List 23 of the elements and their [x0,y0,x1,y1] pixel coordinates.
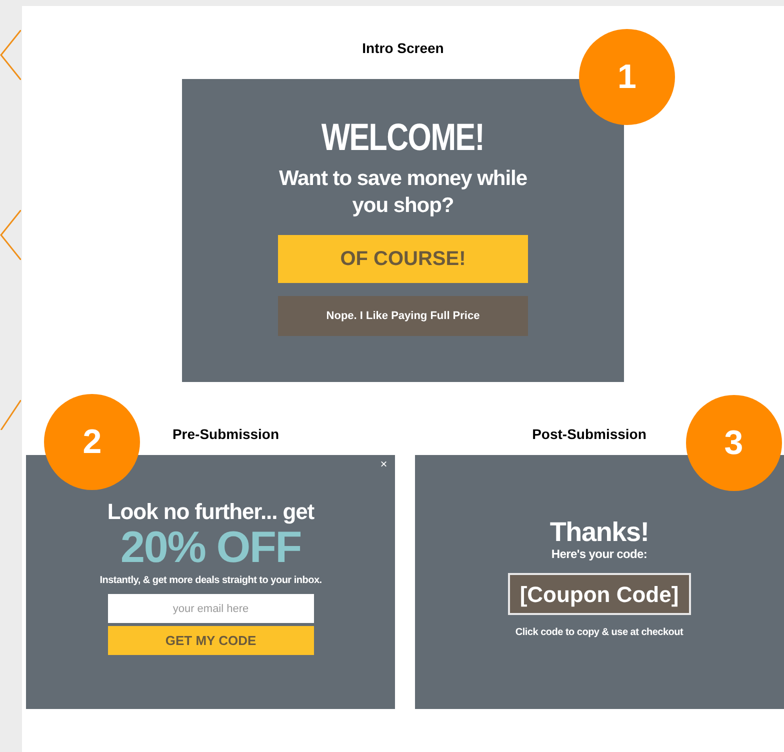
line-pattern-drawing [0,400,21,430]
submit-button[interactable]: GET MY CODE [108,626,314,655]
offer-text: 20% OFF [120,525,302,571]
number-badge: 1 [579,29,675,125]
close-button[interactable]: × [380,458,388,470]
number-badge: 2 [44,394,140,490]
chevron-pattern-drawing [0,210,21,260]
popup-heading: Thanks! [550,517,649,547]
email-field[interactable]: your email here [108,594,314,623]
section-title: Pre-Submission [172,425,280,444]
popup-heading: Look no further... get [107,499,314,525]
popup-heading: WELCOME! [322,119,484,157]
section-title: Intro Screen [362,39,444,58]
accept-button[interactable]: OF COURSE! [278,235,528,283]
chevron-pattern-drawing [0,30,21,80]
popup-subheading: Want to save money while you shop? [278,166,528,219]
popup-text: Instantly, & get more deals straight to your inbox. [100,574,322,588]
coupon-code-button[interactable]: [Coupon Code] [508,573,691,615]
popup-text: Click code to copy & use at checkout [515,626,684,640]
decline-button[interactable]: Nope. I Like Paying Full Price [278,296,528,336]
section-title: Post-Submission [532,425,646,444]
popup-subheading: Here's your code: [551,547,648,561]
number-badge: 3 [686,395,782,491]
